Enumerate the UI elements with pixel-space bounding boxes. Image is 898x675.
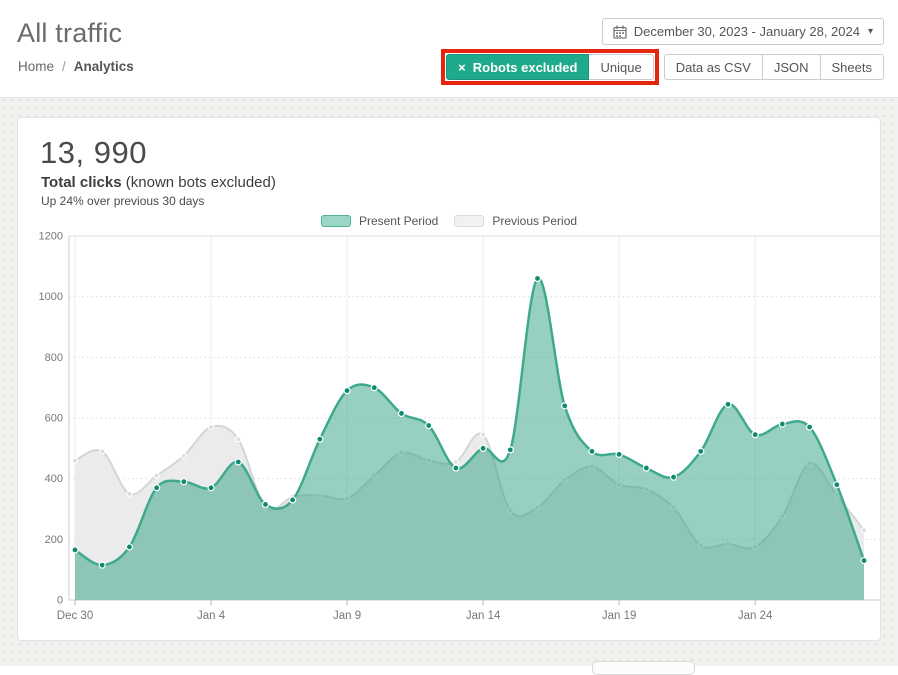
sheets-button[interactable]: Sheets — [821, 54, 884, 80]
svg-text:Dec 30: Dec 30 — [57, 610, 93, 622]
svg-text:400: 400 — [45, 473, 63, 485]
legend-item-present: Present Period — [321, 214, 438, 228]
metric-label: Total clicks — [41, 174, 122, 191]
remove-filter-x-icon[interactable]: × — [458, 60, 466, 75]
traffic-chart: 0 200 400 600 800 1000 1200 Dec 30 Jan 4 Jan 9 Jan… — [18, 229, 880, 631]
chart-area[interactable]: 0 200 400 600 800 1000 1200 Dec 30 Jan 4 Jan 9 Jan… — [18, 229, 880, 631]
metric-note: (known bots excluded) — [126, 174, 276, 191]
svg-text:Jan 24: Jan 24 — [738, 610, 773, 622]
breadcrumb-current: Analytics — [74, 59, 134, 74]
present-period-swatch — [321, 215, 351, 227]
json-button[interactable]: JSON — [763, 54, 821, 80]
breadcrumb-home-link[interactable]: Home — [18, 59, 54, 74]
svg-text:Jan 19: Jan 19 — [602, 610, 637, 622]
robots-excluded-label: Robots excluded — [473, 60, 578, 75]
metric-line: Total clicks (known bots excluded) — [41, 174, 276, 191]
export-button-group: Data as CSV JSON Sheets — [664, 54, 884, 80]
svg-text:200: 200 — [45, 534, 63, 546]
svg-text:1000: 1000 — [39, 291, 63, 303]
red-highlight-box: × Robots excluded Unique — [441, 49, 659, 85]
data-as-csv-button[interactable]: Data as CSV — [664, 54, 763, 80]
partial-bottom-button[interactable] — [592, 661, 695, 675]
page-title: All traffic — [17, 18, 122, 49]
controls-row: × Robots excluded Unique Data as CSV JSO… — [441, 49, 884, 85]
svg-text:Jan 14: Jan 14 — [466, 610, 501, 622]
present-period-label: Present Period — [359, 214, 438, 228]
previous-period-label: Previous Period — [492, 214, 577, 228]
svg-text:0: 0 — [57, 595, 63, 607]
breadcrumb: Home / Analytics — [18, 59, 134, 74]
svg-text:600: 600 — [45, 413, 63, 425]
chevron-down-icon: ▾ — [868, 26, 873, 37]
filter-button-group: × Robots excluded Unique — [446, 54, 654, 80]
svg-text:800: 800 — [45, 352, 63, 364]
breadcrumb-separator: / — [62, 59, 66, 74]
previous-period-swatch — [454, 215, 484, 227]
traffic-panel: 13, 990 Total clicks (known bots exclude… — [17, 117, 881, 641]
chart-legend: Present Period Previous Period — [18, 214, 880, 228]
page-background: All traffic Home / Analytics — [0, 0, 898, 666]
header: All traffic Home / Analytics — [0, 0, 898, 98]
unique-filter-button[interactable]: Unique — [589, 54, 653, 80]
svg-text:Jan 9: Jan 9 — [333, 610, 361, 622]
legend-item-previous: Previous Period — [454, 214, 577, 228]
calendar-icon — [613, 25, 627, 39]
total-clicks-value: 13, 990 — [40, 135, 147, 171]
svg-text:1200: 1200 — [39, 231, 63, 243]
date-range-picker[interactable]: December 30, 2023 - January 28, 2024 ▾ — [602, 18, 884, 45]
robots-excluded-filter-button[interactable]: × Robots excluded — [446, 54, 589, 80]
date-range-label: December 30, 2023 - January 28, 2024 — [634, 24, 860, 39]
trend-text: Up 24% over previous 30 days — [41, 194, 204, 208]
svg-text:Jan 4: Jan 4 — [197, 610, 226, 622]
